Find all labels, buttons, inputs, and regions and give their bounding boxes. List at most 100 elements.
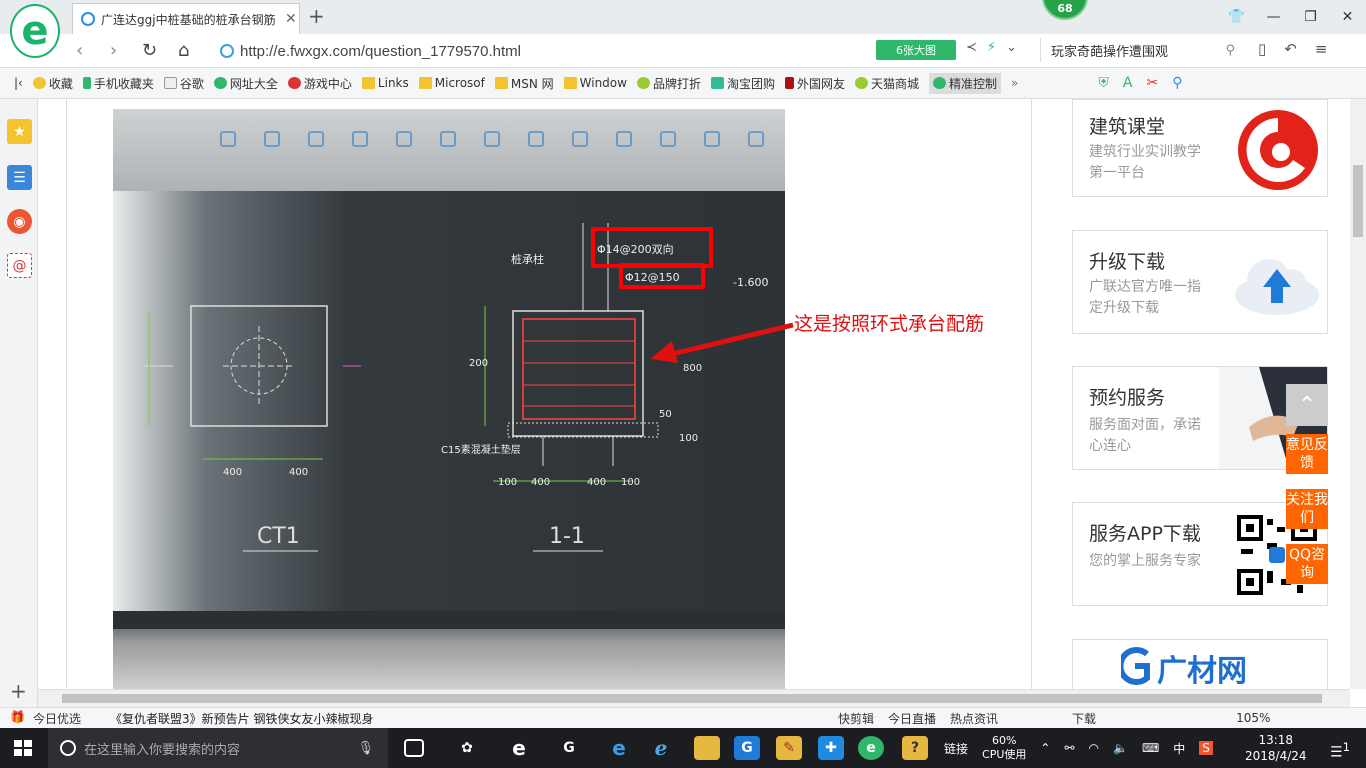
- links-label[interactable]: 链接: [944, 740, 968, 757]
- app-fan-icon[interactable]: ✿: [454, 736, 480, 760]
- edge-icon[interactable]: e: [606, 736, 632, 760]
- share-icon[interactable]: ≺: [966, 40, 977, 55]
- cad-label: 桩承柱: [511, 252, 544, 266]
- home-button[interactable]: ⌂: [178, 40, 189, 61]
- status-live[interactable]: 今日直播: [888, 710, 936, 727]
- minimize-button[interactable]: —: [1255, 0, 1292, 34]
- bookmark-links[interactable]: Links: [361, 76, 409, 90]
- cad-tool: [697, 131, 727, 151]
- bookmark-hao123[interactable]: 网址大全: [213, 75, 278, 92]
- bookmark-windows[interactable]: Window: [563, 76, 627, 90]
- active-tab[interactable]: 广连达ggj中桩基础的桩承台钢筋 ✕: [72, 3, 300, 34]
- task-view-icon[interactable]: [404, 739, 424, 757]
- glodon-icon[interactable]: G: [734, 736, 760, 760]
- new-tab-button[interactable]: +: [308, 4, 325, 28]
- favorites-icon[interactable]: ★: [7, 119, 32, 144]
- app-g-icon[interactable]: G: [556, 736, 582, 760]
- weibo-icon[interactable]: ◉: [7, 209, 32, 234]
- app-plus-icon[interactable]: ✚: [818, 736, 844, 760]
- notes-icon[interactable]: ✎: [776, 736, 802, 760]
- horizontal-scroll-thumb[interactable]: [62, 694, 1322, 703]
- taskbar-search[interactable]: 在这里输入你要搜索的内容 🎙: [48, 728, 388, 768]
- vertical-scroll-thumb[interactable]: [1353, 165, 1363, 237]
- card-training[interactable]: 建筑课堂 建筑行业实训教学第一平台: [1072, 99, 1328, 197]
- status-hot-news[interactable]: 热点资讯: [950, 710, 998, 727]
- bookmark-foreign[interactable]: 外国网友: [785, 75, 845, 92]
- bookmark-taobao[interactable]: 淘宝团购: [710, 75, 775, 92]
- ime-indicator[interactable]: 中: [1173, 740, 1185, 757]
- shield-icon[interactable]: ⛨: [1098, 75, 1109, 91]
- back-button[interactable]: ‹: [76, 40, 83, 61]
- search-icon[interactable]: ⚲: [1225, 43, 1235, 58]
- windows-start-icon[interactable]: [14, 740, 32, 756]
- mail-icon[interactable]: @: [7, 253, 32, 278]
- network-icon[interactable]: ⚯: [1064, 741, 1074, 755]
- vertical-scrollbar[interactable]: [1350, 99, 1366, 689]
- lightning-icon[interactable]: ⚡: [987, 40, 996, 55]
- phone-icon[interactable]: ▯: [1258, 40, 1266, 58]
- microphone-icon[interactable]: 🎙: [357, 741, 374, 756]
- reader-icon[interactable]: ☰: [7, 165, 32, 190]
- card-upgrade[interactable]: 升级下载 广联达官方唯一指定升级下载: [1072, 230, 1328, 334]
- card-gcw[interactable]: 广材网: [1072, 639, 1328, 689]
- keyboard-icon[interactable]: ⌨: [1142, 741, 1159, 755]
- status-download[interactable]: 下载: [1072, 710, 1096, 727]
- bookmark-precision[interactable]: 精准控制: [929, 72, 1002, 94]
- volume-icon[interactable]: 🔈: [1113, 741, 1128, 755]
- active-browser-icon[interactable]: e: [858, 736, 884, 760]
- help-icon[interactable]: ?: [902, 736, 928, 760]
- bookmark-favorites[interactable]: 收藏: [32, 75, 73, 92]
- chevron-down-icon[interactable]: ⌄: [1006, 40, 1017, 55]
- search-box[interactable]: 玩家奇葩操作遭围观 ⚲: [1040, 38, 1245, 62]
- add-sidebar-icon[interactable]: +: [10, 679, 27, 703]
- bookmark-games[interactable]: 游戏中心: [287, 75, 352, 92]
- ie-icon[interactable]: ℯ: [648, 736, 674, 760]
- reload-button[interactable]: ↻: [142, 40, 157, 61]
- clock[interactable]: 13:18 2018/4/24: [1245, 732, 1307, 764]
- qq-consult-button[interactable]: QQ咨询: [1286, 544, 1328, 584]
- sidebar-toggle-icon[interactable]: |‹: [14, 76, 23, 90]
- cad-tool: [301, 131, 331, 151]
- bookmark-microsoft[interactable]: Microsof: [418, 76, 485, 90]
- red-arrow: [650, 322, 794, 363]
- menu-icon[interactable]: ≡: [1315, 40, 1328, 58]
- news-ticker[interactable]: 《复仇者联盟3》新预告片 钢铁侠女友小辣椒现身: [110, 710, 373, 727]
- question-photo[interactable]: 桩承柱 Φ14@200双向 Φ12@150 -1.600 400 400 100…: [113, 109, 785, 689]
- forward-button[interactable]: ›: [110, 40, 117, 61]
- scissors-icon[interactable]: ✂: [1146, 75, 1158, 91]
- feedback-button[interactable]: 意见反馈: [1286, 434, 1328, 474]
- follow-button[interactable]: 关注我们: [1286, 489, 1328, 529]
- bookmark-mobile[interactable]: 手机收藏夹: [82, 75, 154, 92]
- browser-logo[interactable]: e: [10, 4, 60, 58]
- bookmark-tmall[interactable]: 天猫商城: [855, 75, 919, 92]
- bookmark-brand-sale[interactable]: 品牌打折: [636, 75, 701, 92]
- cad-label: C15素混凝土垫层: [441, 443, 521, 456]
- translate-icon[interactable]: A: [1123, 75, 1133, 91]
- more-bookmarks-icon[interactable]: »: [1011, 76, 1018, 90]
- zoom-level[interactable]: 105%: [1236, 711, 1270, 725]
- file-explorer-icon[interactable]: [694, 736, 720, 760]
- browser-e-icon[interactable]: e: [506, 736, 532, 760]
- status-quick-edit[interactable]: 快剪辑: [838, 710, 874, 727]
- close-button[interactable]: ✕: [1329, 0, 1366, 34]
- close-tab-icon[interactable]: ✕: [285, 11, 299, 27]
- back-to-top-button[interactable]: ⌃: [1286, 384, 1328, 426]
- sogou-icon[interactable]: S: [1199, 741, 1213, 755]
- magnifier-icon[interactable]: ⚲: [1172, 75, 1182, 91]
- cpu-meter[interactable]: 60% CPU使用: [982, 734, 1026, 762]
- action-center-icon[interactable]: ☰1: [1330, 740, 1350, 761]
- big-images-button[interactable]: 6张大图: [876, 40, 956, 60]
- wifi-icon[interactable]: ◠: [1089, 741, 1099, 755]
- restore-button[interactable]: ❐: [1292, 0, 1329, 34]
- shirt-icon[interactable]: 👕: [1218, 0, 1255, 34]
- tray-expand-icon[interactable]: ⌃: [1040, 741, 1050, 755]
- bookmarks-bar: |‹ 收藏 手机收藏夹 谷歌 网址大全 游戏中心 Links Microsof …: [0, 68, 1366, 99]
- bookmark-google[interactable]: 谷歌: [163, 75, 204, 92]
- today-picks[interactable]: 🎁 今日优选: [10, 710, 81, 727]
- window-controls: 👕 — ❐ ✕: [1218, 0, 1366, 34]
- undo-icon[interactable]: ↶: [1284, 40, 1297, 58]
- site-info-icon[interactable]: [220, 44, 234, 58]
- bookmark-msn[interactable]: MSN 网: [494, 75, 554, 92]
- notification-badge[interactable]: 68: [1042, 0, 1088, 20]
- horizontal-scrollbar[interactable]: [38, 689, 1350, 707]
